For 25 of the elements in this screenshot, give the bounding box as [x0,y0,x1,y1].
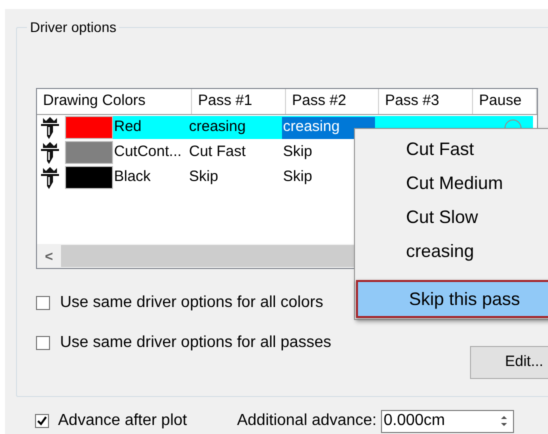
edit-button[interactable]: Edit... [470,346,548,379]
table-cell-text: Black [113,167,152,188]
checkbox-label: Advance after plot [58,411,187,431]
group-title: Driver options [27,19,120,35]
menu-item[interactable]: Skip this pass [356,280,548,318]
scroll-left-button[interactable]: < [37,244,61,268]
table-cell-text: Skip [282,167,314,188]
pen-tool-icon [39,166,61,190]
table-cell-text: Skip [282,142,314,162]
checkbox[interactable] [35,414,49,428]
table-cell-text: Skip [188,167,220,188]
checkbox[interactable] [36,336,50,350]
field-label: Additional advance: [236,411,377,431]
table-cell-text: CutCont... [113,142,183,162]
checkbox-label: Use same driver options for all passes [60,333,332,353]
menu-item[interactable]: Cut Slow [355,200,548,234]
checkbox[interactable] [36,296,50,310]
pen-tool-icon [39,116,61,140]
checkbox-label: Use same driver options for all colors [60,293,324,313]
table-cell-text: creasing [188,117,247,138]
table-cell: creasing [282,116,375,138]
table-cell-text: Red [113,117,143,138]
advance-input-field[interactable]: 0.000cm [380,410,514,432]
pen-tool-icon [39,140,61,164]
table-cell-text: Cut Fast [188,142,247,162]
